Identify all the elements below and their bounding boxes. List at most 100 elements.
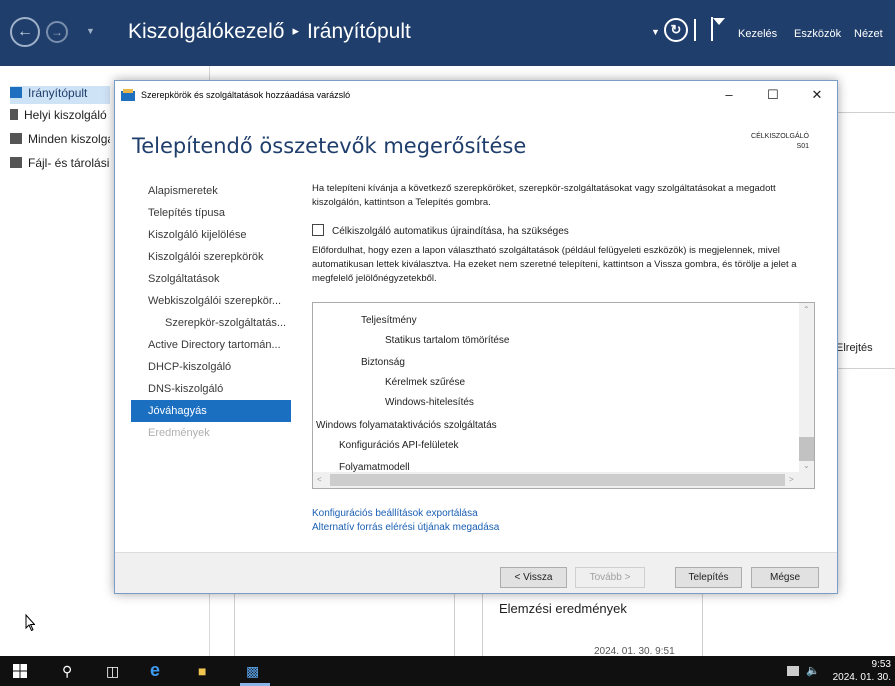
back-button[interactable]: < Vissza [500, 567, 567, 588]
destination-server-label: CÉLKISZOLGÁLÓ [751, 132, 809, 142]
wizard-steps: Alapismeretek Telepítés típusa Kiszolgál… [131, 180, 291, 444]
horizontal-scrollbar[interactable]: < > [313, 472, 815, 488]
sidebar-item-file-storage[interactable]: Fájl- és tárolási szolgáltatások [10, 156, 110, 174]
alternate-source-link[interactable]: Alternatív forrás elérési útjának megadá… [312, 522, 499, 533]
header-divider [694, 19, 696, 41]
breadcrumb-separator: ▸ [284, 23, 307, 38]
sidebar-item-local-server[interactable]: Helyi kiszolgáló [10, 108, 110, 126]
search-icon[interactable]: ⚲ [62, 663, 72, 680]
server-manager-header: ← → ▼ Kiszolgálókezelő▸Irányítópult ▼ ↻ … [0, 0, 895, 66]
server-manager-taskbar-icon[interactable]: ▩ [246, 663, 259, 680]
step-installation-type[interactable]: Telepítés típusa [131, 202, 291, 224]
servers-icon [10, 133, 22, 144]
wizard-body: Alapismeretek Telepítés típusa Kiszolgál… [115, 180, 837, 552]
menu-manage[interactable]: Kezelés [738, 28, 777, 40]
destination-server: CÉLKISZOLGÁLÓ S01 [751, 132, 809, 152]
list-item: Konfigurációs API-felületek [339, 440, 459, 451]
hide-link[interactable]: Elrejtés [836, 342, 873, 354]
note-text: Előfordulhat, hogy ezen a lapon választh… [312, 244, 817, 286]
menu-view[interactable]: Nézet [854, 28, 883, 40]
add-roles-wizard-dialog: Szerepkörök és szolgáltatások hozzáadása… [114, 80, 838, 594]
task-view-icon[interactable]: ◫ [106, 663, 119, 680]
step-features[interactable]: Szolgáltatások [131, 268, 291, 290]
sidebar-item-label: Helyi kiszolgáló [24, 108, 107, 122]
file-explorer-icon[interactable]: ■ [198, 663, 206, 679]
forward-arrow-icon[interactable]: → [46, 21, 68, 43]
step-before-you-begin[interactable]: Alapismeretek [131, 180, 291, 202]
taskbar-clock[interactable]: 9:53 2024. 01. 30. [833, 658, 891, 684]
maximize-icon[interactable]: ☐ [761, 85, 785, 105]
menu-tools[interactable]: Eszközök [794, 28, 841, 40]
restart-checkbox[interactable] [312, 224, 324, 236]
list-item: Statikus tartalom tömörítése [385, 335, 510, 346]
wizard-footer: < Vissza Tovább > Telepítés Mégse [115, 552, 837, 593]
horizontal-scroll-thumb[interactable] [330, 474, 785, 486]
sidebar-item-label: Minden kiszolgáló [28, 132, 110, 146]
step-results: Eredmények [131, 422, 291, 444]
export-settings-link[interactable]: Konfigurációs beállítások exportálása [312, 508, 478, 519]
list-item: Teljesítmény [361, 315, 417, 326]
scroll-right-icon[interactable]: > [789, 475, 794, 484]
step-server-selection[interactable]: Kiszolgáló kijelölése [131, 224, 291, 246]
refresh-dropdown-icon[interactable]: ▼ [651, 27, 660, 37]
scroll-down-icon[interactable]: ⌄ [803, 461, 810, 470]
scroll-up-icon[interactable]: ⌃ [803, 305, 810, 314]
vertical-scrollbar[interactable]: ⌃ ⌄ [799, 303, 814, 473]
step-role-services[interactable]: Szerepkör-szolgáltatás... [131, 312, 291, 334]
step-dns-server[interactable]: DNS-kiszolgáló [131, 378, 291, 400]
restart-checkbox-label[interactable]: Célkiszolgáló automatikus újraindítása, … [332, 226, 569, 237]
start-windows-icon[interactable] [13, 664, 27, 678]
clock-date: 2024. 01. 30. [833, 671, 891, 684]
intro-text: Ha telepíteni kívánja a következő szerep… [312, 182, 817, 210]
dialog-title: Szerepkörök és szolgáltatások hozzáadása… [141, 90, 350, 100]
list-item: Kérelmek szűrése [385, 377, 465, 388]
wizard-heading: Telepítendő összetevők megerősítése [132, 134, 526, 158]
list-item: Biztonság [361, 357, 405, 368]
features-listbox[interactable]: Teljesítmény Statikus tartalom tömörítés… [312, 302, 815, 489]
dashboard-icon [10, 87, 22, 98]
list-item: Windows-hitelesítés [385, 397, 474, 408]
restart-checkbox-row[interactable]: Célkiszolgáló automatikus újraindítása, … [312, 224, 569, 238]
refresh-icon[interactable]: ↻ [664, 18, 688, 42]
tile-border [838, 368, 895, 369]
mouse-pointer-icon [25, 614, 35, 632]
app-title: Kiszolgálókezelő [128, 20, 284, 43]
tile-border [234, 594, 235, 656]
cancel-button[interactable]: Mégse [751, 567, 819, 588]
step-dhcp-server[interactable]: DHCP-kiszolgáló [131, 356, 291, 378]
dialog-titlebar[interactable]: Szerepkörök és szolgáltatások hozzáadása… [115, 81, 837, 110]
volume-muted-icon[interactable]: 🔈 [806, 664, 820, 677]
tile-border [454, 594, 455, 656]
history-dropdown-icon[interactable]: ▼ [86, 26, 95, 36]
install-button[interactable]: Telepítés [675, 567, 742, 588]
destination-server-name: S01 [751, 142, 809, 152]
tile-border [702, 594, 703, 656]
vertical-scroll-thumb[interactable] [799, 437, 814, 461]
step-ad-ds[interactable]: Active Directory tartomán... [131, 334, 291, 356]
wizard-header: Telepítendő összetevők megerősítése CÉLK… [115, 110, 837, 180]
file-storage-icon [10, 157, 22, 168]
sidebar-item-label: Fájl- és tárolási szolgáltatások [28, 156, 110, 170]
step-server-roles[interactable]: Kiszolgálói szerepkörök [131, 246, 291, 268]
network-icon[interactable] [787, 666, 799, 676]
clock-time: 9:53 [833, 658, 891, 671]
step-web-server-role[interactable]: Webkiszolgálói szerepkör... [131, 290, 291, 312]
tile-border [838, 112, 895, 113]
sidebar-item-dashboard[interactable]: Irányítópult [10, 86, 110, 104]
wizard-app-icon [121, 89, 135, 101]
taskbar: ⚲ ◫ e ■ ▩ 🔈 9:53 2024. 01. 30. [0, 656, 895, 686]
minimize-icon[interactable]: – [717, 85, 741, 105]
scroll-left-icon[interactable]: < [317, 475, 322, 484]
list-item: Windows folyamataktivációs szolgáltatás [316, 420, 497, 431]
notifications-flag-icon[interactable] [710, 16, 726, 42]
sidebar-item-label: Irányítópult [28, 86, 87, 100]
tile-border [482, 594, 483, 656]
internet-explorer-icon[interactable]: e [150, 660, 160, 681]
back-arrow-icon[interactable]: ← [10, 17, 40, 47]
next-button: Tovább > [575, 567, 645, 588]
bpa-results-label[interactable]: Elemzési eredmények [499, 601, 627, 616]
page-title: Kiszolgálókezelő▸Irányítópult [128, 20, 411, 44]
sidebar-item-all-servers[interactable]: Minden kiszolgáló [10, 132, 110, 150]
close-icon[interactable]: ✕ [805, 85, 829, 105]
step-confirmation[interactable]: Jóváhagyás [131, 400, 291, 422]
